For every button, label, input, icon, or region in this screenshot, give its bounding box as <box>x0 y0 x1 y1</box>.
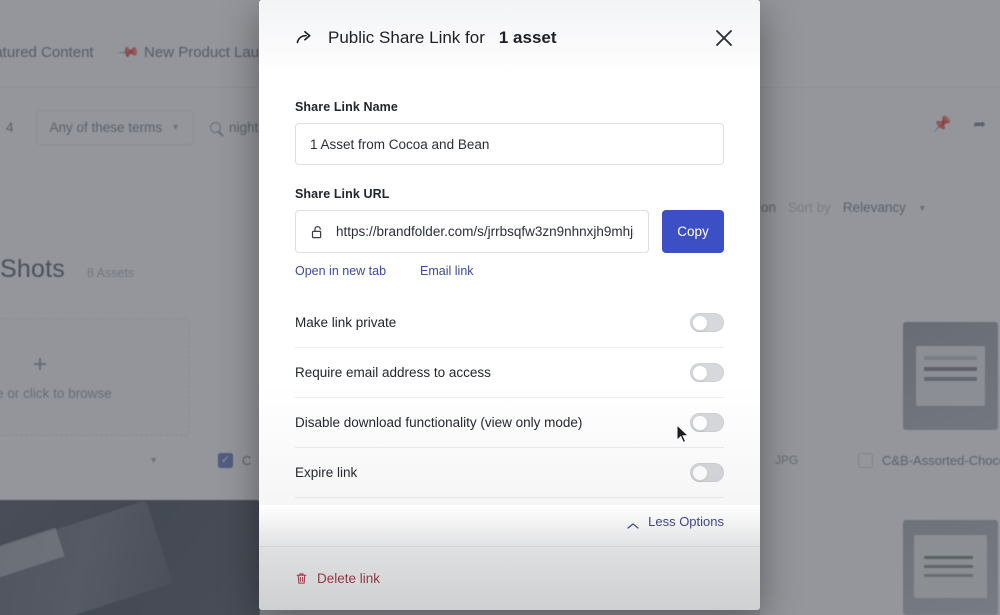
close-icon[interactable] <box>712 26 736 50</box>
chevron-up-icon <box>627 518 639 529</box>
toggle-knob <box>692 314 708 331</box>
toggle-knob <box>692 364 708 381</box>
modal-title-count: 1 asset <box>498 28 557 47</box>
modal-body: Share Link Name Share Link URL <box>259 76 760 546</box>
toggle-label: Require email address to access <box>295 365 491 380</box>
toggle-label: Expire link <box>295 465 358 480</box>
disable-download-toggle[interactable] <box>690 413 724 432</box>
less-options-label: Less Options <box>648 514 724 529</box>
trash-icon <box>295 571 308 586</box>
toggle-row-disable-download: Disable download functionality (view onl… <box>295 398 724 448</box>
share-link-actions: Open in new tab Email link <box>295 264 724 278</box>
delete-link-label: Delete link <box>317 571 381 586</box>
less-options-row: Less Options <box>295 498 724 529</box>
screen-root: eatured Content 📌 New Product Launc 4 An… <box>0 0 1000 615</box>
share-link-url-field[interactable] <box>295 210 649 253</box>
share-link-name-block: Share Link Name <box>295 100 724 165</box>
modal-title: Public Share Link for 1 asset <box>295 28 557 48</box>
share-link-modal: Public Share Link for 1 asset Share Link… <box>259 0 760 610</box>
delete-link-button[interactable]: Delete link <box>295 571 380 586</box>
modal-title-prefix: Public Share Link for <box>328 28 485 47</box>
toggle-row-make-link-private: Make link private <box>295 298 724 348</box>
share-arrow-icon <box>295 29 314 48</box>
toggle-row-require-email: Require email address to access <box>295 348 724 398</box>
expire-link-toggle[interactable] <box>690 463 724 482</box>
make-link-private-toggle[interactable] <box>690 313 724 332</box>
copy-button[interactable]: Copy <box>662 210 724 253</box>
email-link[interactable]: Email link <box>420 264 474 278</box>
require-email-toggle[interactable] <box>690 363 724 382</box>
toggle-label: Disable download functionality (view onl… <box>295 415 583 430</box>
unlocked-padlock-icon <box>310 224 325 240</box>
less-options-button[interactable]: Less Options <box>627 514 724 529</box>
share-link-url-label: Share Link URL <box>295 187 390 201</box>
toggle-knob <box>692 414 708 431</box>
share-link-url-row: Copy <box>295 210 724 253</box>
share-link-url-block: Share Link URL Copy <box>295 187 724 253</box>
share-link-url-input[interactable] <box>336 224 634 239</box>
toggle-row-expire-link: Expire link <box>295 448 724 498</box>
open-in-new-tab-link[interactable]: Open in new tab <box>295 264 386 278</box>
modal-footer: Delete link <box>259 546 760 610</box>
share-link-name-label: Share Link Name <box>295 100 398 114</box>
toggle-label: Make link private <box>295 315 397 330</box>
toggle-knob <box>692 464 708 481</box>
modal-header: Public Share Link for 1 asset <box>259 0 760 76</box>
share-link-name-input[interactable] <box>295 123 724 165</box>
